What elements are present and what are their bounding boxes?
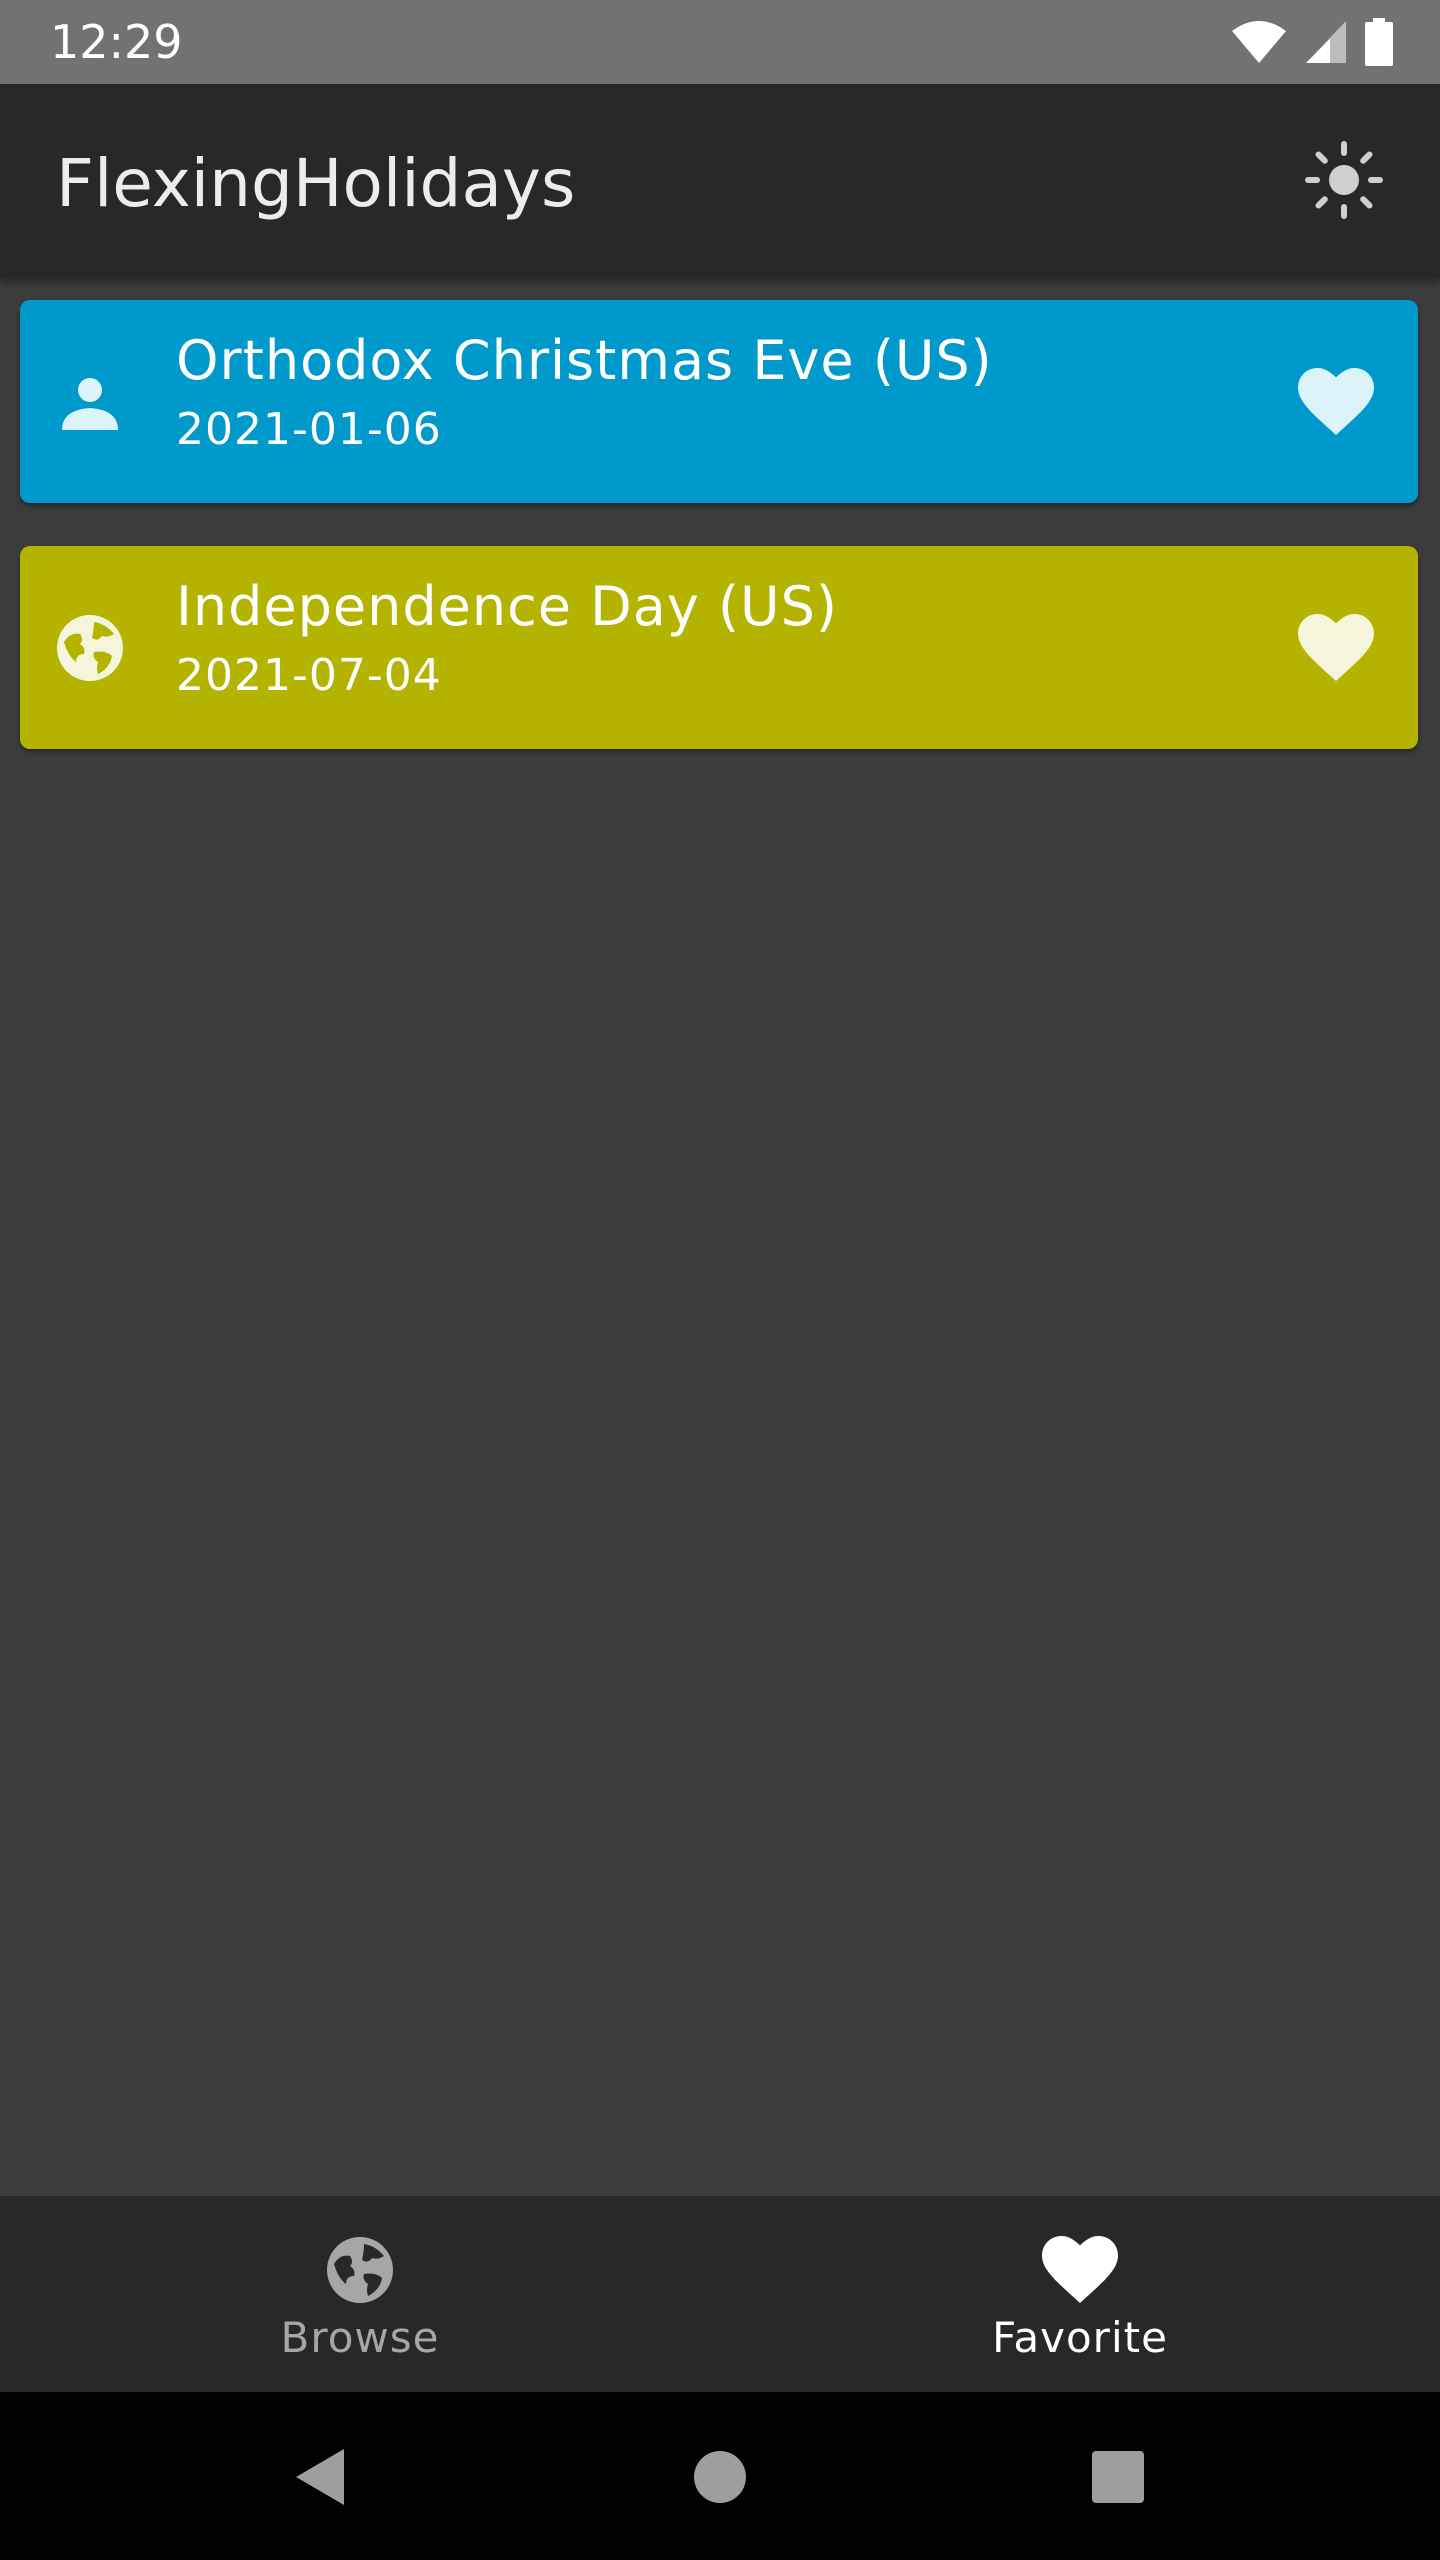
holiday-name: Independence Day (US): [176, 575, 838, 638]
globe-icon: [320, 2230, 400, 2310]
sun-icon: [1304, 140, 1384, 224]
status-bar: 12:29: [0, 0, 1440, 84]
favorite-toggle-button[interactable]: [1292, 358, 1380, 446]
battery-icon: [1364, 18, 1394, 66]
app-title: FlexingHolidays: [56, 145, 576, 222]
person-icon: [50, 362, 130, 442]
holiday-card[interactable]: Orthodox Christmas Eve (US) 2021-01-06: [20, 300, 1418, 503]
nav-item-favorite[interactable]: Favorite: [720, 2196, 1440, 2392]
theme-toggle-button[interactable]: [1304, 140, 1384, 224]
heart-icon: [1298, 368, 1374, 435]
heart-icon: [1040, 2230, 1120, 2310]
globe-icon: [50, 608, 130, 688]
app-bar: FlexingHolidays: [0, 84, 1440, 278]
nav-label-favorite: Favorite: [992, 2313, 1168, 2362]
nav-item-browse[interactable]: Browse: [0, 2196, 720, 2392]
system-navigation-bar: [0, 2392, 1440, 2560]
home-icon[interactable]: [675, 2432, 765, 2522]
holiday-card[interactable]: Independence Day (US) 2021-07-04: [20, 546, 1418, 749]
status-time: 12:29: [50, 15, 183, 69]
bottom-navigation: Browse Favorite: [0, 2196, 1440, 2392]
holiday-name: Orthodox Christmas Eve (US): [176, 329, 993, 392]
holiday-date: 2021-01-06: [176, 404, 442, 455]
screen: 12:29 FlexingHolidays Orthodox Christmas…: [0, 0, 1440, 2560]
nav-label-browse: Browse: [280, 2313, 440, 2362]
status-icons: [1230, 16, 1394, 68]
back-icon[interactable]: [275, 2432, 365, 2522]
holiday-list: Orthodox Christmas Eve (US) 2021-01-06 I…: [20, 300, 1420, 792]
favorite-toggle-button[interactable]: [1292, 604, 1380, 692]
signal-icon: [1304, 19, 1348, 65]
heart-icon: [1298, 614, 1374, 681]
wifi-icon: [1230, 19, 1288, 65]
recents-icon[interactable]: [1073, 2432, 1163, 2522]
holiday-date: 2021-07-04: [176, 650, 442, 701]
